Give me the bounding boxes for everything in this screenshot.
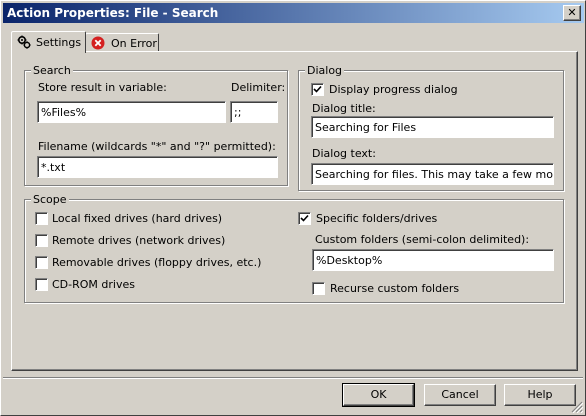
- dialog-window: Action Properties: File - Search ✕ Setti…: [0, 0, 586, 416]
- error-icon: [91, 36, 105, 50]
- cdrom-drives-label: CD-ROM drives: [52, 278, 135, 291]
- cdrom-drives-checkbox[interactable]: [35, 278, 48, 291]
- specific-folders-label: Specific folders/drives: [316, 212, 438, 225]
- remote-drives-checkbox[interactable]: [35, 234, 48, 247]
- ok-button[interactable]: OK: [342, 383, 415, 407]
- bottom-separator: [3, 377, 583, 379]
- search-group-label: Search: [31, 64, 73, 77]
- dialog-title-label: Dialog title:: [312, 102, 376, 115]
- filename-input[interactable]: *.txt: [37, 156, 278, 178]
- close-button[interactable]: ✕: [563, 5, 581, 21]
- display-progress-checkbox[interactable]: [311, 83, 324, 96]
- dialog-group-label: Dialog: [305, 64, 345, 77]
- removable-drives-label: Removable drives (floppy drives, etc.): [52, 256, 262, 269]
- tab-settings[interactable]: Settings: [11, 31, 86, 53]
- checkmark-icon: [313, 85, 322, 93]
- delimiter-label: Delimiter:: [231, 81, 286, 94]
- title-bar[interactable]: Action Properties: File - Search ✕: [3, 3, 584, 23]
- window-title: Action Properties: File - Search: [7, 6, 219, 20]
- delimiter-input[interactable]: ;;: [230, 101, 278, 123]
- settings-gear-icon: [17, 35, 31, 49]
- close-icon: ✕: [567, 6, 577, 19]
- remote-drives-label: Remote drives (network drives): [52, 234, 226, 247]
- filename-label: Filename (wildcards "*" and "?" permitte…: [38, 140, 276, 153]
- resize-grip-icon[interactable]: [571, 401, 583, 413]
- help-button[interactable]: Help: [504, 384, 576, 406]
- tab-settings-label: Settings: [36, 36, 82, 49]
- tab-on-error-label: On Error: [111, 37, 157, 50]
- display-progress-label: Display progress dialog: [329, 83, 458, 96]
- custom-folders-input[interactable]: %Desktop%: [312, 249, 554, 271]
- store-result-label: Store result in variable:: [38, 81, 167, 94]
- dialog-title-input[interactable]: Searching for Files: [311, 116, 554, 138]
- scope-group-label: Scope: [31, 193, 69, 206]
- custom-folders-label: Custom folders (semi-colon delimited):: [315, 233, 530, 246]
- store-variable-input[interactable]: %Files%: [37, 101, 226, 123]
- cancel-button[interactable]: Cancel: [424, 384, 496, 406]
- removable-drives-checkbox[interactable]: [35, 256, 48, 269]
- local-drives-checkbox[interactable]: [35, 212, 48, 225]
- local-drives-label: Local fixed drives (hard drives): [52, 212, 223, 225]
- specific-folders-checkbox[interactable]: [298, 212, 311, 225]
- dialog-text-input[interactable]: Searching for files. This may take a few…: [311, 163, 554, 185]
- checkmark-icon: [300, 214, 309, 222]
- recurse-folders-checkbox[interactable]: [312, 282, 325, 295]
- tab-on-error[interactable]: On Error: [85, 33, 159, 52]
- recurse-folders-label: Recurse custom folders: [330, 282, 460, 295]
- dialog-text-label: Dialog text:: [312, 147, 376, 160]
